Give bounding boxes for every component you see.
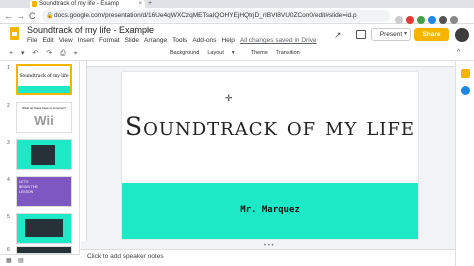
slides-favicon-icon	[32, 1, 37, 7]
side-panel	[455, 61, 474, 266]
tab-title: Soundtrack of my life - Examp	[39, 1, 120, 7]
layout-button[interactable]: Layout ▾	[207, 50, 242, 56]
slide-thumbnail-2[interactable]: What do these have in common? Wii	[16, 102, 72, 133]
move-cursor-icon: ✛	[225, 93, 233, 103]
slide-subtitle-band: Mr. Marquez	[122, 183, 418, 239]
url-text: docs.google.com/presentation/d/16Ue4qWXC…	[54, 12, 357, 19]
browser-tab[interactable]: Soundtrack of my life - Examp ×	[30, 0, 145, 8]
tasks-icon[interactable]	[461, 86, 470, 95]
menu-file[interactable]: File	[27, 37, 37, 44]
collapse-icon[interactable]: ^	[457, 49, 460, 56]
vertical-ruler	[81, 61, 87, 241]
menu-edit[interactable]: Edit	[42, 37, 53, 44]
current-slide[interactable]: Soundtrack of my life Mr. Marquez	[122, 72, 418, 239]
present-dropdown-icon[interactable]: ▾	[404, 28, 407, 41]
star-folder-icons[interactable]: ☆ ▭	[133, 25, 150, 34]
slide-number: 5	[7, 214, 10, 220]
new-tab-button[interactable]: +	[148, 0, 152, 8]
menu-arrange[interactable]: Arrange	[144, 37, 167, 44]
transition-button[interactable]: Transition	[276, 50, 300, 56]
menu-icon[interactable]	[450, 16, 458, 24]
comments-icon[interactable]	[356, 30, 366, 39]
view-toggle-bar: ▦ ▤	[0, 254, 80, 266]
thumb-wii: Wii	[34, 113, 54, 128]
url-field[interactable]: 🔒 docs.google.com/presentation/d/16Ue4qW…	[42, 10, 390, 22]
layout-dropdown-icon: ▾	[231, 50, 235, 56]
slide-number: 4	[7, 177, 10, 183]
browser-tab-bar: Soundtrack of my life - Examp × +	[0, 0, 474, 15]
slide-thumbnail-6[interactable]	[16, 246, 72, 254]
toolbar-edit-icons[interactable]: + ▾ ↶ ↷ ⎙ ⌖	[9, 49, 81, 58]
menu-format[interactable]: Format	[99, 37, 120, 44]
extension-red-icon[interactable]	[406, 16, 414, 24]
slide-thumbnail-5[interactable]	[16, 213, 72, 244]
tab-close-icon[interactable]: ×	[138, 0, 142, 8]
menu-bar: File Edit View Insert Format Slide Arrange Tool…	[27, 37, 322, 44]
thumb-image	[31, 145, 55, 165]
extension-blue-icon[interactable]	[428, 16, 436, 24]
share-button[interactable]: Share	[414, 28, 449, 41]
menu-view[interactable]: View	[59, 37, 73, 44]
menu-add-ons[interactable]: Add-ons	[192, 37, 216, 44]
back-icon[interactable]: ←	[4, 10, 13, 22]
menu-tools[interactable]: Tools	[172, 37, 187, 44]
present-label: Present	[379, 31, 403, 38]
slide-number: 6	[7, 247, 10, 253]
activity-trend-icon[interactable]: ↗	[334, 30, 342, 41]
grid-view-icon[interactable]: ▦	[6, 257, 12, 264]
slides-logo-icon[interactable]	[10, 27, 19, 40]
thumb-caption: What do these have in common?	[22, 106, 66, 110]
profile-icon[interactable]	[439, 16, 447, 24]
slide-thumbnail-1[interactable]: Soundtrack of my life	[16, 64, 72, 95]
speaker-notes-field[interactable]: Click to add speaker notes	[81, 249, 455, 266]
thumb-image	[25, 219, 63, 237]
list-view-icon[interactable]: ▤	[18, 257, 24, 264]
thumb-band	[18, 86, 70, 93]
address-bar-row: ← → C 🔒 docs.google.com/presentation/d/1…	[0, 8, 474, 24]
menu-help[interactable]: Help	[222, 37, 235, 44]
slide-filmstrip: 1 Soundtrack of my life 2 What do these …	[0, 61, 80, 254]
extension-icons	[395, 11, 474, 24]
slide-subtitle[interactable]: Mr. Marquez	[122, 205, 418, 215]
thumb-title: Soundtrack of my life	[19, 74, 69, 79]
slide-thumbnail-3[interactable]	[16, 139, 72, 170]
reload-icon[interactable]: C	[29, 10, 36, 22]
forward-icon[interactable]: →	[16, 10, 25, 22]
lock-icon: 🔒	[46, 13, 54, 19]
thumb-text: LET'S BEGIN THE LESSON	[19, 180, 38, 194]
toolbar: + ▾ ↶ ↷ ⎙ ⌖ Background Layout ▾ Theme Transi…	[0, 47, 474, 61]
slide-number: 1	[7, 65, 10, 71]
save-status[interactable]: All changes saved in Drive	[240, 37, 317, 44]
theme-button[interactable]: Theme	[251, 50, 268, 56]
slide-title[interactable]: Soundtrack of my life	[122, 112, 418, 141]
slide-number: 3	[7, 140, 10, 146]
keep-icon[interactable]	[461, 69, 470, 78]
extension-green-icon[interactable]	[417, 16, 425, 24]
slide-thumbnail-4[interactable]: LET'S BEGIN THE LESSON	[16, 176, 72, 207]
background-button[interactable]: Background	[170, 50, 199, 56]
toolbar-slide-options: Background Layout ▾ Theme Transition	[170, 50, 308, 56]
bookmark-icon[interactable]	[395, 16, 403, 24]
horizontal-ruler	[81, 61, 455, 67]
layout-label: Layout	[207, 50, 224, 56]
slide-number: 2	[7, 103, 10, 109]
menu-slide[interactable]: Slide	[125, 37, 139, 44]
menu-insert[interactable]: Insert	[78, 37, 94, 44]
avatar[interactable]	[455, 28, 469, 42]
